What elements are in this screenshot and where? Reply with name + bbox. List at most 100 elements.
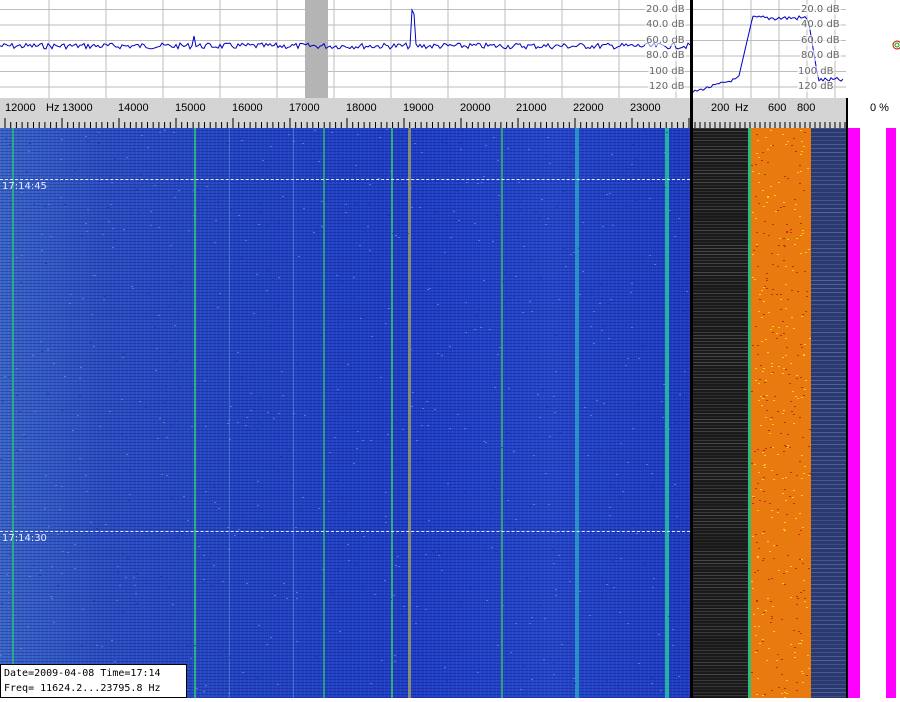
noise-speck bbox=[498, 195, 500, 196]
noise-speck bbox=[256, 677, 258, 678]
zoom-noise-line bbox=[811, 176, 846, 177]
zoom-passband-speck bbox=[762, 371, 764, 372]
zoom-passband-speck bbox=[801, 559, 803, 560]
noise-speck bbox=[108, 221, 110, 222]
noise-speck bbox=[611, 154, 613, 155]
zoom-noise-line bbox=[693, 392, 748, 393]
noise-speck bbox=[422, 408, 424, 409]
zoom-noise-line bbox=[693, 260, 748, 261]
zoom-frequency-scale[interactable]: 200 Hz 600 800 bbox=[693, 98, 846, 129]
zoom-noise-line bbox=[693, 152, 748, 153]
noise-speck bbox=[518, 182, 520, 183]
noise-speck bbox=[44, 508, 46, 509]
noise-speck bbox=[610, 299, 612, 300]
noise-speck bbox=[507, 432, 509, 433]
freq-label: 20000 bbox=[460, 102, 491, 114]
noise-speck bbox=[57, 585, 59, 586]
noise-speck bbox=[327, 180, 329, 181]
noise-speck bbox=[355, 165, 357, 166]
noise-speck bbox=[213, 486, 215, 487]
noise-speck bbox=[98, 132, 100, 133]
noise-speck bbox=[393, 595, 395, 596]
noise-speck bbox=[682, 576, 684, 577]
noise-speck bbox=[428, 520, 430, 521]
zoom-waterfall-display[interactable] bbox=[693, 128, 846, 698]
noise-speck bbox=[635, 200, 637, 201]
zoom-passband-speck bbox=[752, 536, 754, 537]
noise-speck bbox=[374, 141, 376, 142]
zoom-noise-line bbox=[811, 248, 846, 249]
zoom-passband-speck bbox=[800, 223, 802, 224]
zoom-passband-speck bbox=[803, 190, 805, 191]
zoom-noise-line bbox=[693, 572, 748, 573]
zoom-noise-line bbox=[811, 140, 846, 141]
zoom-noise-line bbox=[693, 533, 748, 534]
zoom-passband-speck bbox=[768, 430, 770, 431]
zoom-noise-line bbox=[693, 581, 748, 582]
time-marker-line bbox=[0, 531, 690, 532]
noise-speck bbox=[370, 683, 372, 684]
noise-speck bbox=[529, 623, 531, 624]
noise-speck bbox=[64, 376, 66, 377]
zoom-noise-line bbox=[811, 568, 846, 569]
zoom-passband-speck bbox=[792, 266, 794, 267]
noise-speck bbox=[192, 139, 194, 140]
noise-speck bbox=[230, 209, 232, 210]
noise-speck bbox=[85, 136, 87, 137]
noise-speck bbox=[439, 285, 441, 286]
waterfall-display[interactable]: 17:14:45 17:14:30 bbox=[0, 128, 690, 698]
zoom-passband-speck bbox=[801, 387, 803, 388]
noise-speck bbox=[74, 544, 76, 545]
zoom-passband-speck bbox=[795, 204, 797, 205]
spectrum-plot[interactable]: 20.0 dB 40.0 dB 60.0 dB 80.0 dB 100 dB 1… bbox=[0, 0, 691, 98]
zoom-noise-line bbox=[693, 401, 748, 402]
noise-speck bbox=[105, 418, 107, 419]
noise-speck bbox=[608, 338, 610, 339]
panel-divider[interactable] bbox=[690, 0, 693, 698]
zoom-noise-line bbox=[693, 413, 748, 414]
zoom-noise-line bbox=[811, 204, 846, 205]
noise-speck bbox=[53, 622, 55, 623]
noise-speck bbox=[585, 524, 587, 525]
frequency-scale[interactable]: 12000 Hz 13000 14000 15000 16000 17000 1… bbox=[0, 98, 690, 129]
zoom-spectrum-plot[interactable]: 20.0 dB 40.0 dB 60.0 dB 80.0 dB 100 dB 1… bbox=[692, 0, 846, 98]
noise-speck bbox=[676, 229, 678, 230]
noise-speck bbox=[205, 491, 207, 492]
noise-speck bbox=[203, 691, 205, 692]
noise-speck bbox=[238, 466, 240, 467]
zoom-passband-speck bbox=[801, 495, 803, 496]
db-label: 120 dB bbox=[797, 81, 835, 92]
zoom-passband-speck bbox=[798, 643, 800, 644]
noise-speck bbox=[651, 331, 653, 332]
zoom-passband-speck bbox=[796, 596, 798, 597]
zoom-passband-speck bbox=[780, 309, 782, 310]
zoom-passband-speck bbox=[759, 299, 761, 300]
noise-speck bbox=[441, 570, 443, 571]
zoom-passband-speck bbox=[780, 294, 782, 295]
noise-speck bbox=[579, 294, 581, 295]
zoom-passband-speck bbox=[809, 429, 811, 430]
noise-speck bbox=[130, 213, 132, 214]
zoom-passband-speck bbox=[766, 410, 768, 411]
noise-speck bbox=[87, 209, 89, 210]
noise-speck bbox=[179, 291, 181, 292]
noise-speck bbox=[654, 264, 656, 265]
noise-speck bbox=[170, 245, 172, 246]
noise-speck bbox=[675, 494, 677, 495]
zoom-passband-speck bbox=[797, 291, 799, 292]
noise-speck bbox=[530, 260, 532, 261]
noise-speck bbox=[148, 293, 150, 294]
noise-speck bbox=[602, 226, 604, 227]
zoom-noise-line bbox=[811, 152, 846, 153]
noise-speck bbox=[176, 537, 178, 538]
noise-speck bbox=[502, 281, 504, 282]
noise-speck bbox=[123, 354, 125, 355]
noise-speck bbox=[232, 307, 234, 308]
noise-speck bbox=[260, 204, 262, 205]
zoom-passband-speck bbox=[783, 451, 785, 452]
noise-speck bbox=[546, 407, 548, 408]
noise-speck bbox=[154, 185, 156, 186]
zoom-passband-speck bbox=[771, 517, 773, 518]
panel-divider[interactable] bbox=[846, 98, 848, 698]
zoom-passband-speck bbox=[782, 357, 784, 358]
